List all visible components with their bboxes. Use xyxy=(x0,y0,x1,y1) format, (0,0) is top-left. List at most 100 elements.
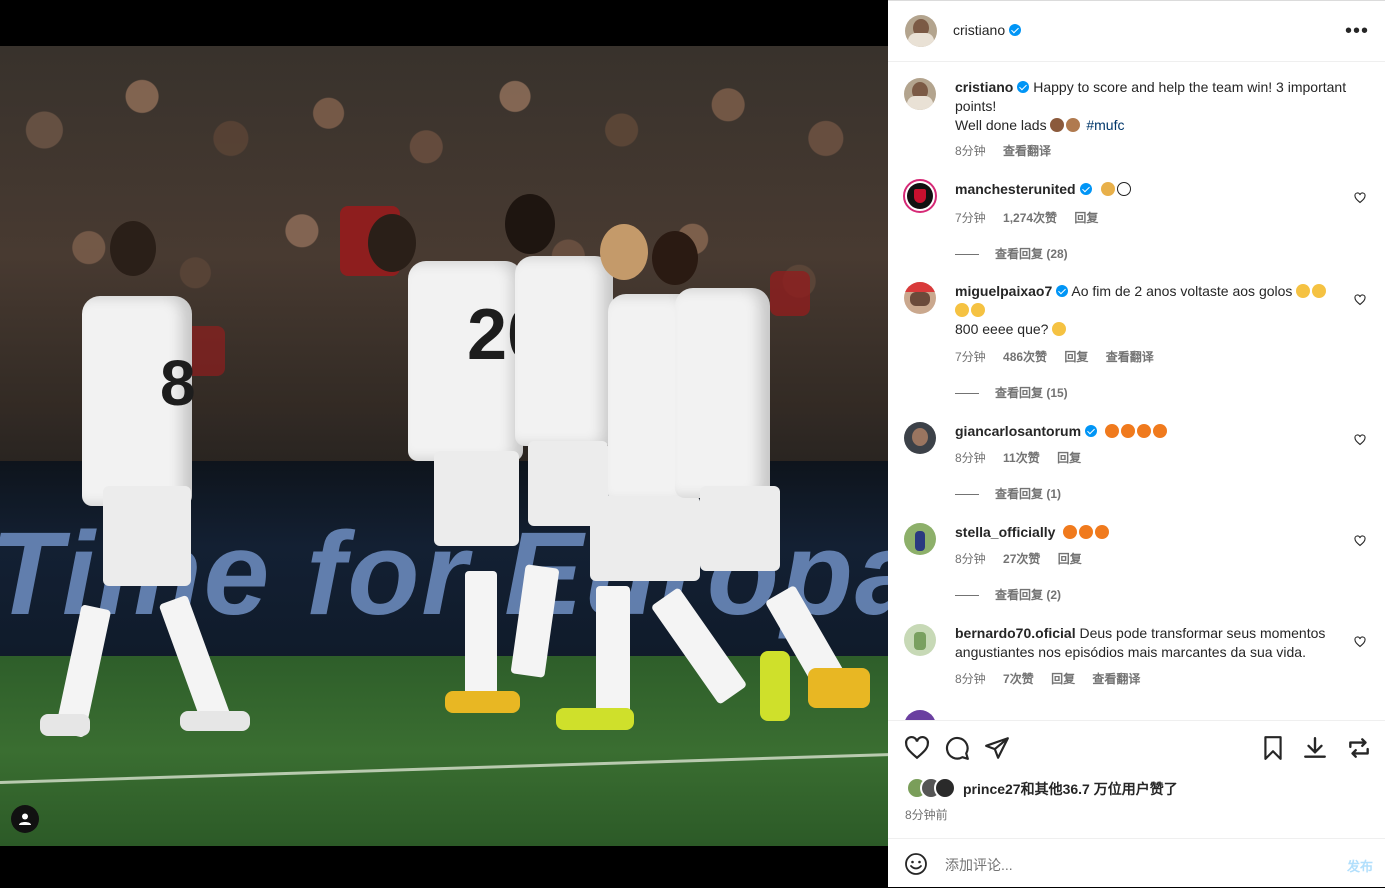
post-timestamp: 8分钟前 xyxy=(905,808,948,822)
player-boot xyxy=(180,711,250,731)
view-replies-button[interactable]: 查看回复 (1) xyxy=(955,485,1061,502)
save-bookmark-icon[interactable] xyxy=(1260,735,1286,761)
like-comment-heart-icon[interactable] xyxy=(1354,294,1366,306)
comment-meta: 8分钟 7次赞 回复 查看翻译 xyxy=(955,670,1154,687)
grin-emoji-icon xyxy=(971,303,985,317)
player-boot xyxy=(445,691,520,713)
comment-likes[interactable]: 1,274次赞 xyxy=(1003,211,1057,225)
commenter-avatar[interactable] xyxy=(904,523,936,555)
comment-icon[interactable] xyxy=(944,735,970,761)
commenter-avatar[interactable] xyxy=(903,179,937,213)
comment-text: bernardo70.oficial Deus pode transformar… xyxy=(955,624,1355,662)
comment-time: 8分钟 xyxy=(955,451,986,465)
author-name-row: cristiano xyxy=(953,22,1022,40)
like-comment-heart-icon[interactable] xyxy=(1354,434,1366,446)
commenter-username[interactable]: manchesterunited xyxy=(955,181,1076,197)
like-heart-icon[interactable] xyxy=(904,735,930,761)
comment-item: giancarlosantorum 8分钟 11次赞 回复 查看回复 (1) xyxy=(904,422,1374,502)
caption-meta: 8分钟 查看翻译 xyxy=(955,142,1065,159)
share-icon[interactable] xyxy=(984,735,1010,761)
player-head xyxy=(505,194,555,254)
clap-emoji-icon xyxy=(1050,118,1065,132)
thinking-emoji-icon xyxy=(1296,284,1311,298)
hushed-emoji-icon xyxy=(1052,322,1067,336)
tagged-users-icon[interactable] xyxy=(11,805,39,833)
fire-emoji-icon xyxy=(1095,525,1110,539)
comment-body-line2: 800 eeee que? xyxy=(955,321,1049,337)
reply-button[interactable]: 回复 xyxy=(1057,451,1081,465)
emoji-picker-icon[interactable] xyxy=(904,852,928,876)
like-comment-heart-icon[interactable] xyxy=(1354,636,1366,648)
comment-likes[interactable]: 11次赞 xyxy=(1003,451,1040,465)
post-media[interactable]: Time for Europa 8 20 21 xyxy=(0,0,888,887)
comment-likes[interactable]: 27次赞 xyxy=(1003,552,1040,566)
author-avatar[interactable] xyxy=(905,15,937,47)
post-comment-button[interactable]: 发布 xyxy=(1347,856,1373,875)
player-boot xyxy=(760,651,790,721)
commenter-username[interactable]: miguelpaixao7 xyxy=(955,283,1052,299)
repost-icon[interactable] xyxy=(1346,735,1372,761)
comment-meta: 7分钟 1,274次赞 回复 xyxy=(955,209,1112,226)
comment-meta: 8分钟 11次赞 回复 xyxy=(955,449,1095,466)
fire-emoji-icon xyxy=(1120,424,1135,438)
verified-badge-icon xyxy=(1017,81,1030,93)
see-translation-link[interactable]: 查看翻译 xyxy=(1106,350,1154,364)
commenter-avatar[interactable] xyxy=(904,422,936,454)
reply-button[interactable]: 回复 xyxy=(1051,672,1075,686)
commenter-avatar[interactable] xyxy=(904,624,936,656)
comment-text: miguelpaixao7 Ao fim de 2 anos voltaste … xyxy=(955,282,1355,339)
comment-time: 7分钟 xyxy=(955,211,986,225)
verified-badge-icon xyxy=(1079,183,1092,195)
caption-time: 8分钟 xyxy=(955,144,986,158)
view-replies-button[interactable]: 查看回复 (15) xyxy=(955,384,1068,401)
see-translation-link[interactable]: 查看翻译 xyxy=(1092,672,1140,686)
view-replies-button[interactable]: 查看回复 (2) xyxy=(955,586,1061,603)
comment-text: giancarlosantorum xyxy=(955,422,1355,441)
player-head xyxy=(368,214,416,272)
caption-line2: Well done lads xyxy=(955,117,1047,133)
comment-time: 8分钟 xyxy=(955,552,986,566)
player-sock xyxy=(465,571,497,701)
soccer-ball-emoji-icon xyxy=(1117,182,1132,196)
hashtag-link[interactable]: #mufc xyxy=(1086,117,1124,133)
verified-badge-icon xyxy=(1056,285,1069,297)
reply-button[interactable]: 回复 xyxy=(1074,211,1098,225)
reply-button[interactable]: 回复 xyxy=(1058,552,1082,566)
reply-button[interactable]: 回复 xyxy=(1064,350,1088,364)
see-translation-link[interactable]: 查看翻译 xyxy=(1003,144,1051,158)
liker-avatar xyxy=(934,777,956,799)
commenter-avatar[interactable] xyxy=(904,282,936,314)
comment-likes[interactable]: 7次赞 xyxy=(1003,672,1034,686)
author-username[interactable]: cristiano xyxy=(953,22,1005,38)
commenter-username[interactable]: giancarlosantorum xyxy=(955,423,1081,439)
comment-input[interactable]: 添加评论... xyxy=(945,855,1013,875)
like-comment-heart-icon[interactable] xyxy=(1354,192,1366,204)
comment-item: manchesterunited 7分钟 1,274次赞 回复 查看回复 (28… xyxy=(903,179,1374,262)
commenter-avatar[interactable] xyxy=(904,710,936,720)
likes-summary[interactable]: prince27和其他36.7 万位用户赞了 xyxy=(963,779,1178,799)
comments-list[interactable]: cristiano Happy to score and help the te… xyxy=(888,62,1385,720)
player-boot xyxy=(40,714,90,736)
post-detail-panel: cristiano ••• cristiano Happy to score a… xyxy=(888,0,1385,887)
comment-text: manchesterunited xyxy=(955,180,1355,199)
comment-meta: 8分钟 27次赞 回复 xyxy=(955,550,1096,567)
verified-badge-icon xyxy=(1085,425,1098,437)
view-replies-button[interactable]: 查看回复 (28) xyxy=(955,245,1068,262)
shirt-number: 8 xyxy=(160,347,196,419)
likers-avatars[interactable] xyxy=(906,777,958,799)
commenter-username[interactable]: bernardo70.oficial xyxy=(955,625,1076,641)
author-avatar[interactable] xyxy=(904,78,936,110)
grin-emoji-icon xyxy=(955,303,969,317)
post-caption: cristiano Happy to score and help the te… xyxy=(904,78,1374,158)
post-photo[interactable]: Time for Europa 8 20 21 xyxy=(0,46,888,846)
commenter-username[interactable]: stella_officially xyxy=(955,524,1055,540)
like-comment-heart-icon[interactable] xyxy=(1354,535,1366,547)
player-shorts xyxy=(103,486,191,586)
more-options-icon[interactable]: ••• xyxy=(1345,20,1369,43)
download-icon[interactable] xyxy=(1302,735,1328,761)
comment-likes[interactable]: 486次赞 xyxy=(1003,350,1047,364)
caption-username[interactable]: cristiano xyxy=(955,79,1013,95)
comment-item: miguelpaixao7 Ao fim de 2 anos voltaste … xyxy=(904,282,1374,402)
comment-item: bernardo70.oficial Deus pode transformar… xyxy=(904,624,1374,704)
panel-top-border xyxy=(888,0,1385,1)
